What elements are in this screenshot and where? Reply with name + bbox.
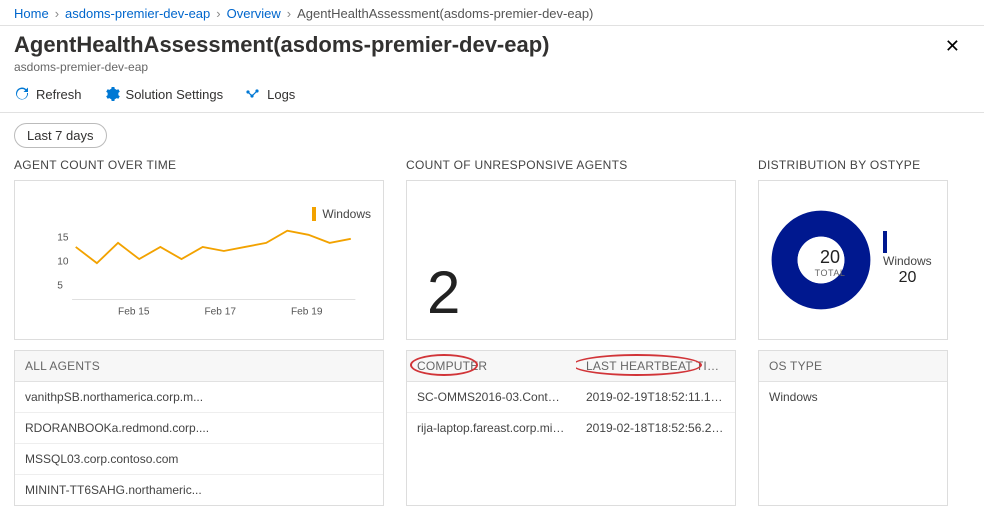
solution-settings-label: Solution Settings bbox=[126, 87, 224, 102]
card-title: COUNT OF UNRESPONSIVE AGENTS bbox=[406, 158, 736, 172]
refresh-label: Refresh bbox=[36, 87, 82, 102]
agent-count-card: AGENT COUNT OVER TIME Windows 15 10 5 Fe… bbox=[14, 158, 384, 340]
toolbar: Refresh Solution Settings Logs bbox=[0, 78, 984, 113]
table-header-heartbeat[interactable]: LAST HEARTBEAT TIME bbox=[576, 351, 735, 381]
agent-count-chart[interactable]: Windows 15 10 5 Feb 15 Feb 17 Feb 19 bbox=[14, 180, 384, 340]
unresponsive-count-box[interactable]: 2 bbox=[406, 180, 736, 340]
chevron-right-icon: › bbox=[287, 6, 291, 21]
x-tick: Feb 15 bbox=[118, 306, 150, 317]
time-range-pill[interactable]: Last 7 days bbox=[14, 123, 107, 148]
table-row[interactable]: Windows bbox=[759, 382, 947, 412]
table-header-computer[interactable]: COMPUTER bbox=[407, 351, 576, 381]
refresh-icon bbox=[14, 86, 30, 102]
table-row[interactable]: rija-laptop.fareast.corp.microso... 2019… bbox=[407, 413, 735, 443]
unresponsive-count: 2 bbox=[427, 263, 460, 323]
table-row[interactable]: vanithpSB.northamerica.corp.m... bbox=[15, 382, 383, 413]
all-agents-table: ALL AGENTS vanithpSB.northamerica.corp.m… bbox=[14, 350, 384, 506]
unresponsive-table: COMPUTER LAST HEARTBEAT TIME SC-OMMS2016… bbox=[406, 350, 736, 506]
legend-label: Windows bbox=[322, 207, 371, 221]
table-row[interactable]: RDORANBOOKa.redmond.corp.... bbox=[15, 413, 383, 444]
donut-total-label: TOTAL bbox=[805, 268, 855, 278]
x-tick: Feb 19 bbox=[291, 306, 323, 317]
page-title: AgentHealthAssessment(asdoms-premier-dev… bbox=[14, 32, 550, 58]
legend-label: Windows bbox=[883, 254, 932, 268]
legend-swatch bbox=[312, 207, 316, 221]
ostype-table: OS TYPE Windows bbox=[758, 350, 948, 506]
solution-settings-button[interactable]: Solution Settings bbox=[104, 86, 224, 102]
chart-legend: Windows bbox=[312, 207, 371, 221]
chevron-right-icon: › bbox=[216, 6, 220, 21]
table-row[interactable]: SC-OMMS2016-03.Contoso.Lo... 2019-02-19T… bbox=[407, 382, 735, 413]
donut-center: 20 TOTAL bbox=[805, 247, 855, 278]
legend-value: 20 bbox=[899, 269, 917, 286]
breadcrumb-home[interactable]: Home bbox=[14, 6, 49, 21]
table-row[interactable]: MSSQL03.corp.contoso.com bbox=[15, 444, 383, 475]
page-subtitle: asdoms-premier-dev-eap bbox=[14, 60, 550, 74]
breadcrumb-overview[interactable]: Overview bbox=[227, 6, 281, 21]
unresponsive-count-card: COUNT OF UNRESPONSIVE AGENTS 2 bbox=[406, 158, 736, 340]
breadcrumb-current: AgentHealthAssessment(asdoms-premier-dev… bbox=[297, 6, 593, 21]
donut-legend: Windows 20 bbox=[883, 231, 937, 290]
table-header[interactable]: ALL AGENTS bbox=[15, 351, 383, 381]
logs-button[interactable]: Logs bbox=[245, 86, 295, 102]
y-tick: 15 bbox=[57, 233, 69, 244]
table-header[interactable]: OS TYPE bbox=[759, 351, 947, 381]
card-title: AGENT COUNT OVER TIME bbox=[14, 158, 384, 172]
y-tick: 10 bbox=[57, 257, 69, 268]
x-tick: Feb 17 bbox=[205, 306, 237, 317]
y-tick: 5 bbox=[57, 281, 63, 292]
card-title: DISTRIBUTION BY OSTYPE bbox=[758, 158, 948, 172]
distribution-donut[interactable]: 20 TOTAL Windows 20 bbox=[758, 180, 948, 340]
table-row[interactable]: MININT-TT6SAHG.northameric... bbox=[15, 475, 383, 505]
refresh-button[interactable]: Refresh bbox=[14, 86, 82, 102]
logs-label: Logs bbox=[267, 87, 295, 102]
gear-icon bbox=[104, 86, 120, 102]
legend-swatch bbox=[883, 231, 887, 253]
chevron-right-icon: › bbox=[55, 6, 59, 21]
breadcrumb: Home › asdoms-premier-dev-eap › Overview… bbox=[0, 0, 984, 26]
breadcrumb-workspace[interactable]: asdoms-premier-dev-eap bbox=[65, 6, 210, 21]
logs-icon bbox=[245, 86, 261, 102]
close-button[interactable]: ✕ bbox=[939, 32, 966, 61]
donut-total: 20 bbox=[805, 247, 855, 268]
distribution-card: DISTRIBUTION BY OSTYPE 20 TOTAL Windows … bbox=[758, 158, 948, 340]
